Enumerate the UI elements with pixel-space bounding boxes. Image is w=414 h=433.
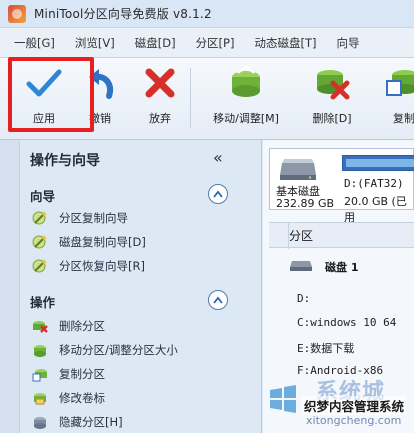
ops-section-title: 操作 [30, 295, 56, 310]
apply-label: 应用 [33, 112, 55, 125]
wizard-section-toggle-icon[interactable] [208, 184, 228, 204]
copy-partition-icon [32, 366, 48, 382]
op-change-label[interactable]: 修改卷标 [32, 388, 105, 408]
op-change-label-label: 修改卷标 [59, 391, 105, 405]
watermark-mid-text: 织梦内容管理系统 [302, 396, 407, 415]
partition-row[interactable]: E:数据下载 [297, 340, 354, 356]
undo-arrow-icon [79, 64, 121, 102]
partition-size: 20.0 GB (已用 [344, 195, 407, 224]
red-x-icon [139, 64, 181, 102]
op-copy-partition[interactable]: 复制分区 [32, 364, 105, 384]
move-partition-icon [32, 342, 48, 358]
panel-title: 操作与向导 [30, 153, 100, 169]
menu-partition[interactable]: 分区[P] [186, 35, 245, 51]
partition-row[interactable]: C:windows 10 64 [297, 316, 396, 329]
column-divider [288, 223, 289, 249]
menu-bar: 一般[G] 浏览[V] 磁盘[D] 分区[P] 动态磁盘[T] 向导 [0, 28, 414, 58]
menu-disk[interactable]: 磁盘[D] [125, 35, 186, 51]
delete-partition-icon [32, 318, 48, 334]
op-hide-partition[interactable]: 隐藏分区[H] [32, 412, 123, 432]
apply-button[interactable]: 应用 [12, 64, 76, 130]
partition-usage-bar[interactable] [342, 155, 414, 171]
wizard-partition-recovery[interactable]: 分区恢复向导[R] [32, 256, 145, 276]
move-resize-icon [225, 64, 267, 102]
menu-general[interactable]: 一般[G] [0, 35, 65, 51]
hide-partition-icon [32, 414, 48, 430]
menu-wizard[interactable]: 向导 [326, 35, 369, 51]
panel-strip [0, 140, 20, 433]
hard-disk-icon [278, 155, 318, 184]
wizard-partition-copy[interactable]: 分区复制向导 [32, 208, 128, 228]
move-resize-label: 移动/调整[M] [213, 112, 279, 125]
disk-row[interactable]: 磁盘 1 [289, 258, 358, 275]
delete-disk-icon [311, 64, 353, 102]
watermark: 系统城 织梦内容管理系统 xitongcheng.com [258, 372, 414, 433]
copy-disk-icon [383, 64, 414, 102]
label-icon [32, 390, 48, 406]
copy-label: 复制 [393, 112, 414, 125]
wand-icon [32, 210, 48, 226]
delete-button[interactable]: 删除[D] [300, 64, 364, 130]
undo-button[interactable]: 撤销 [68, 64, 132, 130]
menu-dynamic-disk[interactable]: 动态磁盘[T] [244, 35, 326, 51]
wizard-partition-recovery-label: 分区恢复向导[R] [59, 259, 145, 273]
disk-size: 232.89 GB [276, 197, 335, 210]
undo-label: 撤销 [89, 112, 111, 125]
move-resize-button[interactable]: 移动/调整[M] [213, 64, 279, 130]
op-copy-partition-label: 复制分区 [59, 367, 105, 381]
window-title: MiniTool分区向导免费版 v8.1.2 [34, 7, 212, 21]
op-move-resize-partition[interactable]: 移动分区/调整分区大小 [32, 340, 178, 360]
collapse-panel-icon[interactable]: « [213, 148, 223, 167]
op-hide-partition-label: 隐藏分区[H] [59, 415, 123, 429]
toolbar-separator [190, 68, 191, 128]
wizard-section-title: 向导 [30, 189, 56, 204]
wizard-partition-copy-label: 分区复制向导 [59, 211, 128, 225]
partition-column-label: 分区 [289, 228, 314, 243]
checkmark-icon [23, 64, 65, 102]
watermark-logo-icon [268, 384, 298, 417]
actions-panel: 操作与向导 « 向导 分区复制向导 磁盘复制向导[D] 分区恢复向导[R] 操作… [0, 140, 262, 433]
delete-label: 删除[D] [312, 112, 352, 125]
copy-button[interactable]: 复制 [372, 64, 414, 130]
disk-row-label: 磁盘 1 [325, 260, 359, 274]
app-logo-icon [8, 4, 26, 23]
title-bar: MiniTool分区向导免费版 v8.1.2 [0, 0, 414, 28]
wizard-disk-copy[interactable]: 磁盘复制向导[D] [32, 232, 146, 252]
partition-row[interactable]: D: [297, 292, 310, 305]
op-move-resize-partition-label: 移动分区/调整分区大小 [59, 343, 178, 357]
partition-label: D:(FAT32) [344, 177, 404, 190]
discard-label: 放弃 [149, 112, 171, 125]
ops-section-toggle-icon[interactable] [208, 290, 228, 310]
wand-icon [32, 258, 48, 274]
watermark-url: xitongcheng.com [306, 414, 402, 427]
wand-icon [32, 234, 48, 250]
wizard-disk-copy-label: 磁盘复制向导[D] [59, 235, 146, 249]
discard-button[interactable]: 放弃 [128, 64, 192, 130]
disk-row-icon [289, 258, 313, 275]
op-delete-partition[interactable]: 删除分区 [32, 316, 105, 336]
op-delete-partition-label: 删除分区 [59, 319, 105, 333]
menu-view[interactable]: 浏览[V] [65, 35, 125, 51]
toolbar: 应用 撤销 放弃 移动/调整[M] 删除[D] 复制 [0, 58, 414, 140]
disk-card[interactable]: 基本磁盘 232.89 GB D:(FAT32) 20.0 GB (已用 [269, 148, 414, 224]
partition-column-header[interactable]: 分区 [269, 222, 414, 249]
